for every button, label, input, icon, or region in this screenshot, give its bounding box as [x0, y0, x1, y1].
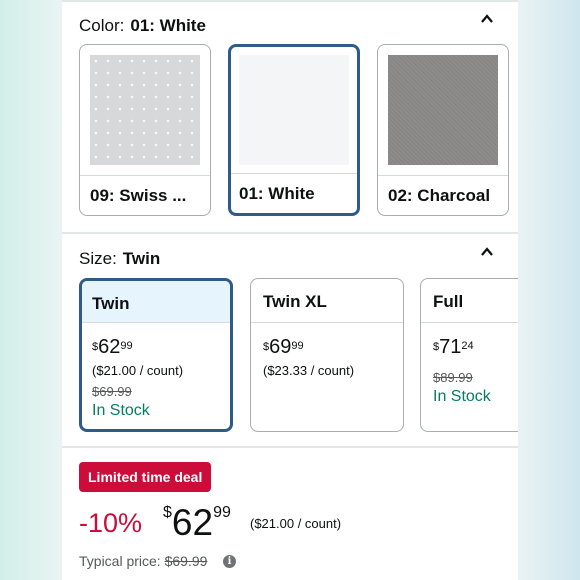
typical-price: Typical price: $69.99 — [79, 553, 208, 569]
swatch-image — [90, 55, 200, 165]
swatch-caption: 01: White — [231, 173, 357, 213]
color-selected-value: 01: White — [130, 16, 206, 35]
chevron-up-icon[interactable] — [480, 245, 494, 259]
swatch-image — [388, 55, 498, 165]
size-option-stock: In Stock — [92, 402, 150, 419]
size-option-stock: In Stock — [433, 388, 491, 405]
color-swatch-swiss[interactable]: 09: Swiss ... — [79, 44, 211, 216]
size-option-price: $7124 — [433, 336, 474, 358]
size-option-name: Full — [421, 279, 518, 323]
info-icon[interactable]: i — [223, 555, 236, 568]
size-option-price: $6299 — [92, 336, 133, 358]
divider — [62, 232, 518, 234]
swatch-image — [239, 55, 349, 165]
color-section-header: Color: 01: White — [79, 16, 206, 36]
size-option-twin[interactable]: Twin $6299 ($21.00 / count) $69.99 In St… — [79, 278, 233, 432]
size-label: Size: — [79, 249, 117, 268]
deal-per-count: ($21.00 / count) — [250, 516, 342, 531]
limited-time-deal-badge: Limited time deal — [79, 462, 212, 492]
color-label: Color: — [79, 16, 125, 35]
size-selected-value: Twin — [122, 249, 161, 268]
size-option-per-count: ($21.00 / count) — [92, 363, 184, 378]
size-option-twin-xl[interactable]: Twin XL $6999 ($23.33 / count) — [250, 278, 404, 432]
size-option-full[interactable]: Full $7124 $89.99 In Stock — [420, 278, 518, 432]
divider — [62, 446, 518, 448]
deal-price: $6299 — [163, 502, 231, 543]
size-option-per-count: ($23.33 / count) — [263, 363, 355, 378]
size-option-price: $6999 — [263, 336, 304, 358]
discount-percent: -10% — [79, 508, 143, 538]
divider — [62, 0, 518, 2]
size-section-header: Size: Twin — [79, 249, 160, 269]
swatch-caption: 02: Charcoal — [378, 175, 508, 215]
chevron-up-icon[interactable] — [480, 12, 494, 26]
size-option-list-price: $89.99 — [433, 370, 473, 385]
color-swatch-white[interactable]: 01: White — [228, 44, 360, 216]
swatch-caption: 09: Swiss ... — [80, 175, 210, 215]
size-option-name: Twin — [82, 281, 230, 323]
size-option-list-price: $69.99 — [92, 384, 132, 399]
size-option-name: Twin XL — [251, 279, 403, 323]
color-swatch-charcoal[interactable]: 02: Charcoal — [377, 44, 509, 216]
product-options-panel: Color: 01: White 09: Swiss ... 01: White … — [62, 0, 518, 580]
